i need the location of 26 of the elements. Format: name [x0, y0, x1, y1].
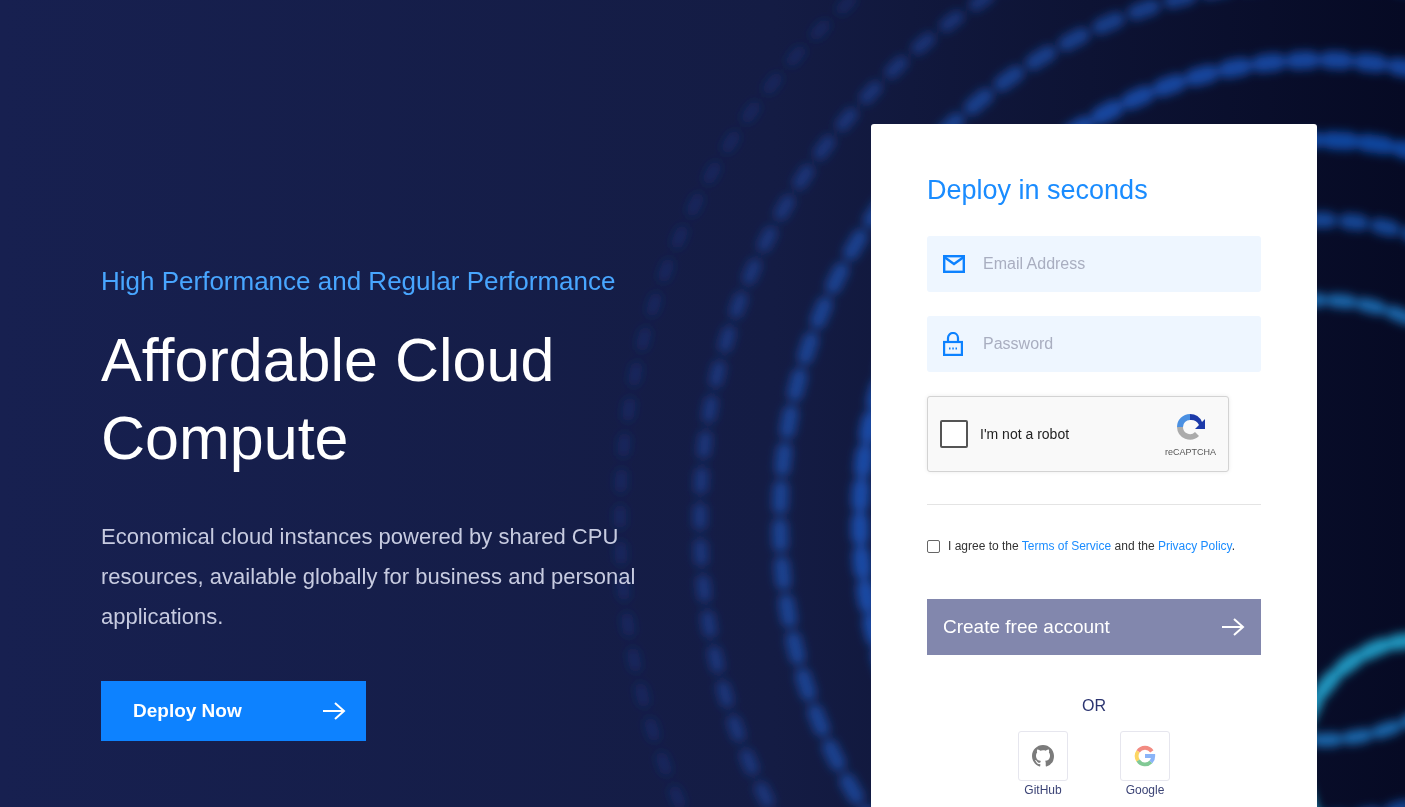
hero-description: Economical cloud instances powered by shared CPU resources, available globally for business and personal applications.	[101, 523, 637, 631]
hero-subtitle: High Performance and Regular Performance	[101, 266, 616, 297]
recaptcha-logo-icon	[1174, 411, 1207, 443]
social-label: GitHub	[1024, 783, 1062, 797]
github-button[interactable]	[1018, 731, 1068, 781]
agree-checkbox[interactable]	[927, 539, 940, 553]
envelope-icon	[943, 255, 965, 273]
arrow-right-icon	[1221, 617, 1245, 637]
password-field[interactable]: Password	[927, 316, 1261, 372]
email-field[interactable]: Email Address	[927, 236, 1261, 292]
github-icon	[1032, 745, 1054, 767]
lock-icon	[943, 332, 963, 356]
captcha-label: I'm not a robot	[980, 426, 1071, 442]
recaptcha-label: reCAPTCHA	[1165, 447, 1216, 457]
captcha-checkbox[interactable]	[940, 420, 968, 448]
agreement-text: I agree to the Terms of Service and the Privacy Policy.	[948, 539, 1236, 553]
deploy-now-button[interactable]: Deploy Now	[101, 681, 366, 741]
social-label: Google	[1125, 783, 1165, 797]
or-divider: OR	[1082, 697, 1106, 715]
google-g-icon	[1134, 745, 1156, 767]
terms-link[interactable]: Terms of Service	[1021, 539, 1112, 553]
hero-title: Affordable Cloud Compute	[101, 325, 556, 474]
arrow-right-icon	[322, 701, 346, 721]
privacy-link[interactable]: Privacy Policy	[1157, 539, 1232, 553]
signup-title: Deploy in seconds	[927, 174, 1149, 207]
create-account-button[interactable]: Create free account	[927, 599, 1261, 655]
